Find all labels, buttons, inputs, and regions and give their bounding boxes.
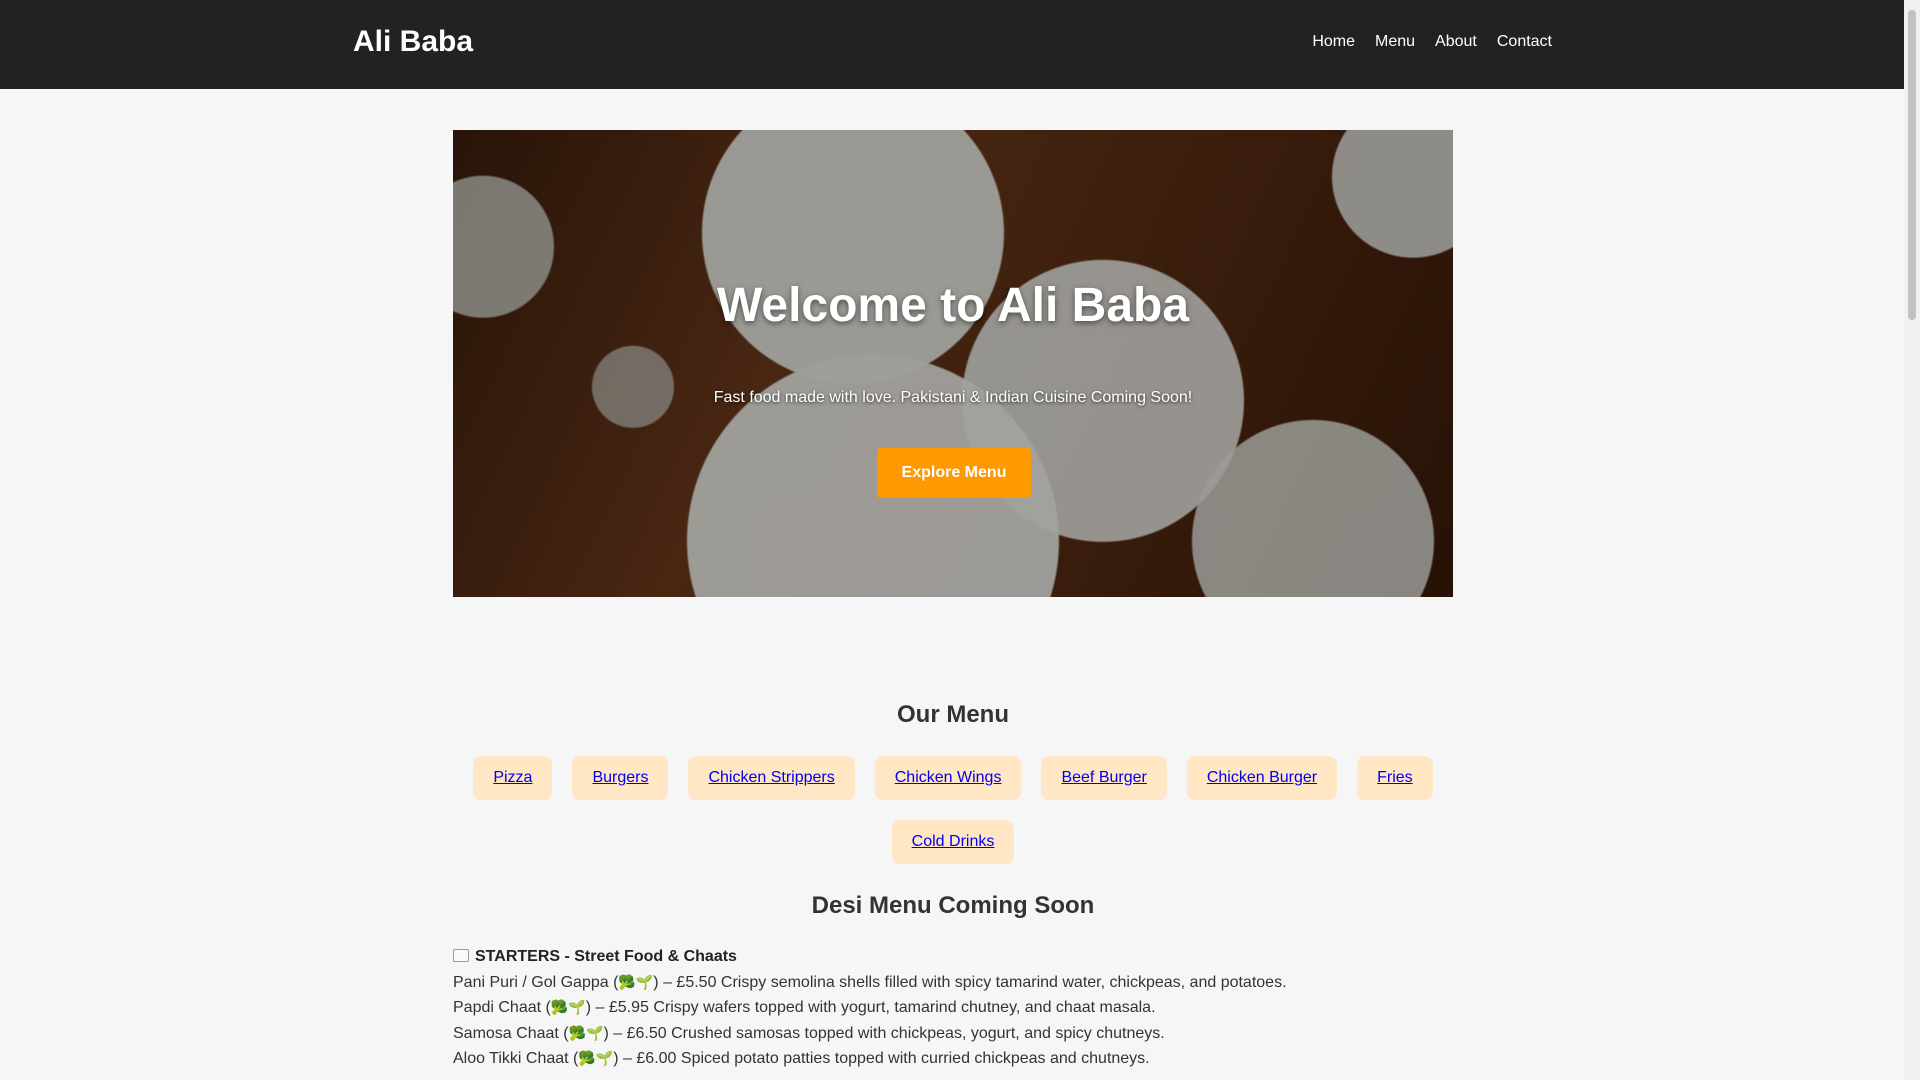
item-name: Samosa Chaat — [453, 1025, 559, 1042]
scrollbar[interactable] — [1904, 0, 1920, 1080]
nav-link-menu[interactable]: Menu — [1375, 33, 1415, 51]
vegetarian-icon: 🥦🌱 — [578, 1050, 614, 1066]
scrollbar-thumb[interactable] — [1908, 10, 1916, 320]
menu-tab-fries[interactable]: Fries — [1357, 756, 1433, 800]
nav-link-contact[interactable]: Contact — [1497, 33, 1552, 51]
nav-links: Home Menu About Contact — [1312, 33, 1552, 51]
menu-item: Pani Puri / Gol Gappa (🥦🌱) – £5.50 Crisp… — [453, 974, 1287, 991]
item-price: £5.50 — [676, 974, 717, 991]
menu-tab-cold-drinks[interactable]: Cold Drinks — [891, 820, 1015, 864]
brand-logo[interactable]: Ali Baba — [353, 25, 473, 59]
vegetarian-icon: 🥦🌱 — [568, 1025, 604, 1041]
hero-image-overlay — [453, 130, 1453, 597]
menu-tab-burgers[interactable]: Burgers — [572, 756, 669, 800]
item-name: Aloo Tikki Chaat — [453, 1050, 569, 1067]
vegetarian-icon: 🥦🌱 — [550, 999, 586, 1015]
item-price: £6.50 — [626, 1025, 667, 1042]
explore-menu-button[interactable]: Explore Menu — [877, 448, 1031, 498]
item-price: £5.95 — [608, 999, 649, 1016]
vegetarian-icon: 🥦🌱 — [618, 974, 654, 990]
item-price: £6.00 — [636, 1050, 677, 1067]
item-description: Crispy semolina shells filled with spicy… — [720, 974, 1287, 991]
starters-heading-text: STARTERS - Street Food & Chaats — [475, 948, 737, 965]
item-description: Crushed samosas topped with chickpeas, y… — [671, 1025, 1165, 1042]
menu-tab-chicken-burger[interactable]: Chicken Burger — [1186, 756, 1338, 800]
menu-category-tabs: Pizza Burgers Chicken Strippers Chicken … — [453, 756, 1453, 864]
hero-title: Welcome to Ali Baba — [716, 279, 1190, 332]
starters-heading: STARTERS - Street Food & Chaats — [453, 948, 737, 966]
plate-icon — [453, 949, 469, 962]
menu-tab-beef-burger[interactable]: Beef Burger — [1041, 756, 1167, 800]
desi-menu-title: Desi Menu Coming Soon — [811, 892, 1095, 919]
menu-tab-pizza[interactable]: Pizza — [473, 756, 553, 800]
item-description: Crispy wafers topped with yogurt, tamari… — [653, 999, 1156, 1016]
menu-tab-chicken-wings[interactable]: Chicken Wings — [874, 756, 1022, 800]
menu-tab-chicken-strippers[interactable]: Chicken Strippers — [688, 756, 855, 800]
nav-link-home[interactable]: Home — [1312, 33, 1355, 51]
item-name: Pani Puri / Gol Gappa — [453, 974, 609, 991]
menu-section-title: Our Menu — [897, 701, 1009, 728]
item-description: Spiced potato patties topped with currie… — [680, 1050, 1150, 1067]
menu-item: Samosa Chaat (🥦🌱) – £6.50 Crushed samosa… — [453, 1025, 1165, 1042]
navbar: Ali Baba Home Menu About Contact — [0, 0, 1904, 89]
item-name: Papdi Chaat — [453, 999, 542, 1016]
menu-item: Papdi Chaat (🥦🌱) – £5.95 Crispy wafers t… — [453, 999, 1156, 1016]
hero-tagline: Fast food made with love. Pakistani & In… — [713, 389, 1193, 406]
menu-item: Aloo Tikki Chaat (🥦🌱) – £6.00 Spiced pot… — [453, 1050, 1150, 1067]
hero-banner: Welcome to Ali Baba Fast food made with … — [453, 130, 1453, 597]
nav-link-about[interactable]: About — [1435, 33, 1477, 51]
